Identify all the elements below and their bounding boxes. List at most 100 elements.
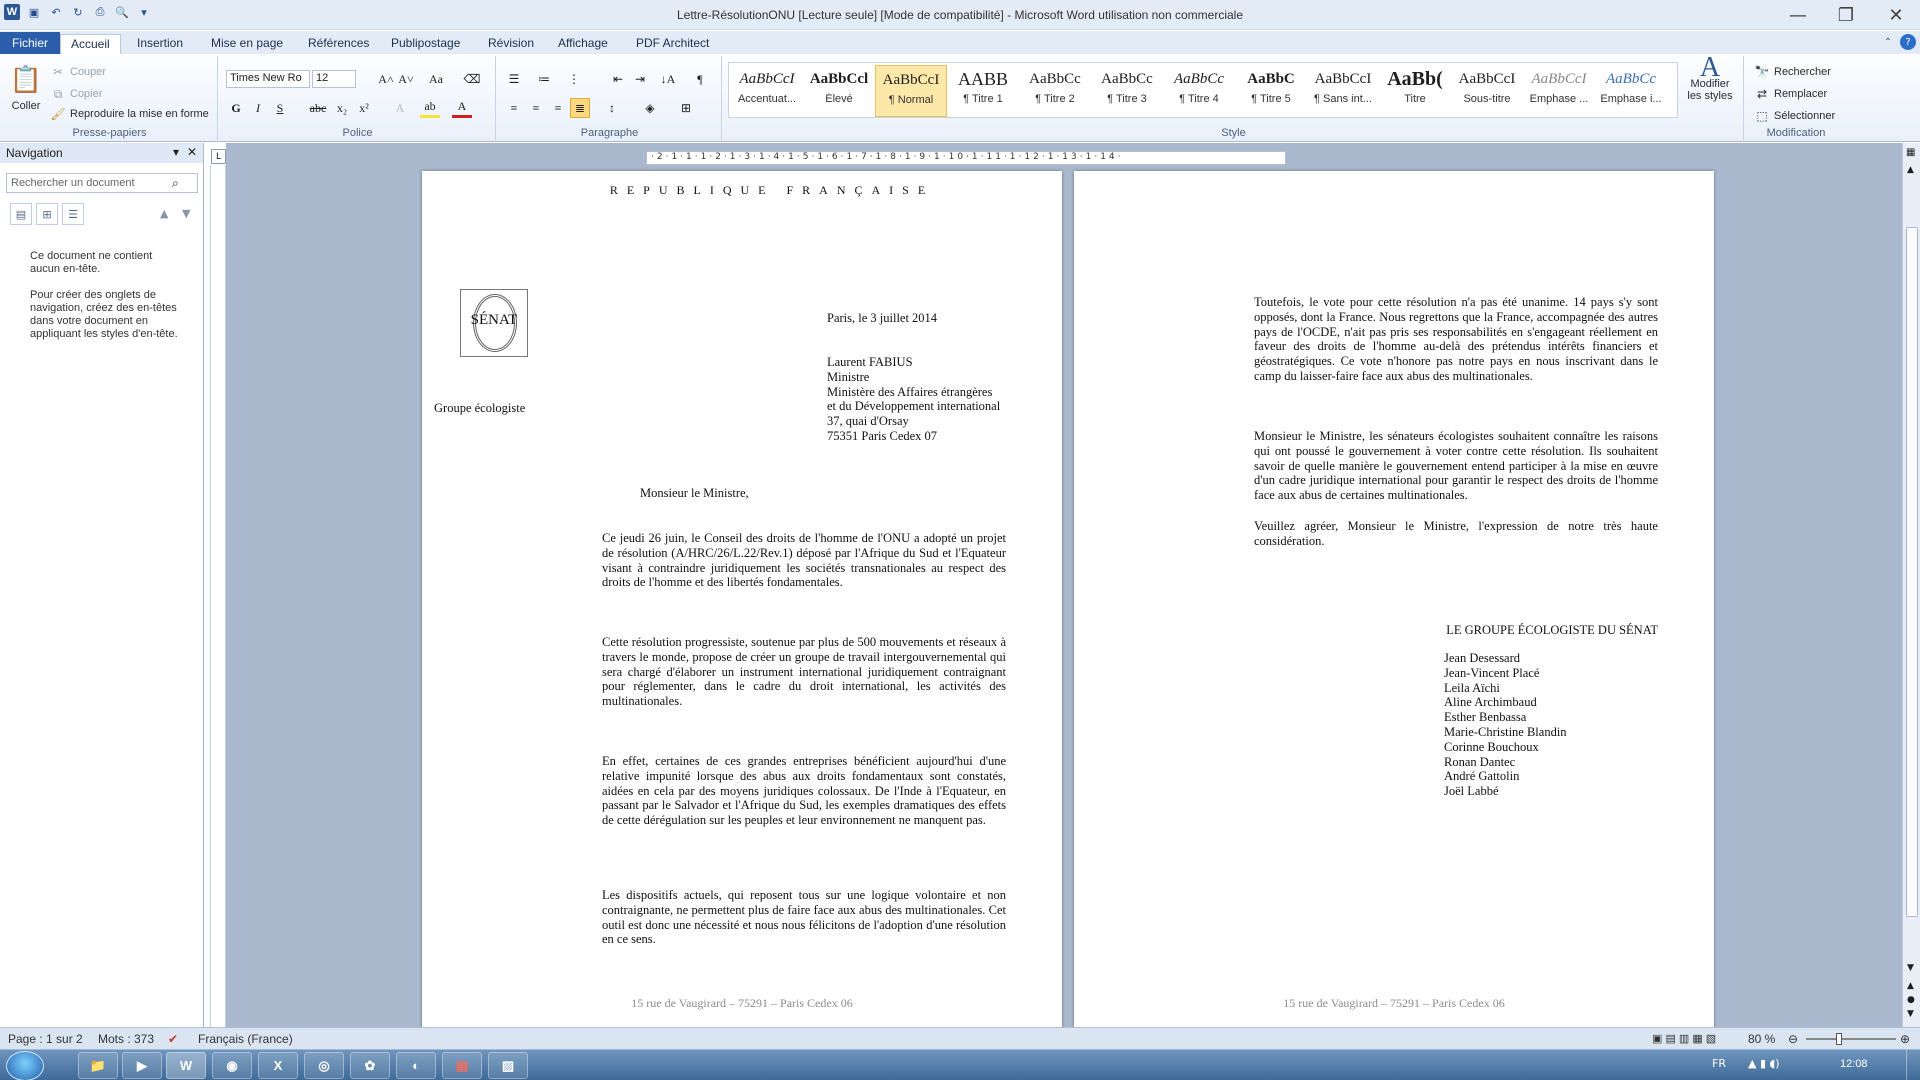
style-titre-3[interactable]: AaBbCc ¶ Titre 3 [1091, 65, 1163, 117]
tab-publipostage[interactable]: Publipostage [381, 34, 470, 54]
font-name-combo[interactable]: Times New Ro [226, 70, 310, 88]
next-heading-icon[interactable]: ▼ [182, 207, 190, 220]
view-buttons[interactable]: ▣ ▤ ▥ ▦ ▧ [1652, 1032, 1716, 1045]
style-titre-1[interactable]: AABB ¶ Titre 1 [947, 65, 1019, 117]
strikethrough-icon[interactable]: abc [308, 98, 328, 118]
underline-icon[interactable]: S [270, 98, 290, 118]
close-icon[interactable]: ✕ [1876, 2, 1916, 28]
style-titre-2[interactable]: AaBbCc ¶ Titre 2 [1019, 65, 1091, 117]
language-indicator[interactable]: Français (France) [198, 1032, 293, 1046]
grow-font-icon[interactable]: A˄ [376, 69, 396, 89]
align-center-icon[interactable]: ≡ [526, 98, 546, 118]
restore-icon[interactable]: ❐ [1826, 2, 1866, 28]
next-page-icon[interactable]: ▼ [1907, 1009, 1914, 1019]
clock[interactable]: 12:08 [1840, 1058, 1868, 1070]
keyboard-language[interactable]: FR [1712, 1057, 1726, 1070]
help-icon[interactable]: ? [1900, 34, 1916, 50]
modify-styles-button[interactable]: A Modifier les styles [1682, 54, 1738, 103]
tab-affichage[interactable]: Affichage [548, 34, 618, 54]
page-counter[interactable]: Page : 1 sur 2 [8, 1032, 83, 1046]
style-sans-interligne[interactable]: AaBbCcI ¶ Sans int... [1307, 65, 1379, 117]
text-effects-icon[interactable]: A [390, 98, 410, 118]
chrome-taskbar-icon[interactable]: ◎ [304, 1052, 344, 1079]
copy-button[interactable]: ⧉ Copier [50, 86, 103, 102]
line-spacing-icon[interactable]: ↕ [602, 98, 622, 118]
zoom-slider-thumb[interactable] [1836, 1033, 1842, 1045]
browse-results-icon[interactable]: ☰ [62, 203, 84, 225]
zoom-in-icon[interactable]: ⊕ [1900, 1032, 1910, 1046]
previous-page-icon[interactable]: ▲ [1907, 981, 1914, 991]
shading-icon[interactable]: ◈ [640, 98, 660, 118]
vertical-scrollbar[interactable]: ▦ ▲ ▼ ▲ ● ▼ [1902, 143, 1920, 1027]
media-player-taskbar-icon[interactable]: ▶ [122, 1052, 162, 1079]
style-titre-5[interactable]: AaBbC ¶ Titre 5 [1235, 65, 1307, 117]
pdf-taskbar-icon[interactable]: ▤ [442, 1052, 482, 1079]
show-formatting-icon[interactable]: ¶ [690, 69, 710, 89]
document-area[interactable]: ·2·1·1·1·2·1·3·1·4·1·5·1·6·1·7·1·8·1·9·1… [226, 143, 1902, 1027]
excel-taskbar-icon[interactable]: X [258, 1052, 298, 1079]
superscript-icon[interactable]: x² [354, 98, 374, 118]
close-pane-icon[interactable]: ✕ [187, 145, 197, 159]
style-sous-titre[interactable]: AaBbCcI Sous-titre [1451, 65, 1523, 117]
pane-options-icon[interactable]: ▾ [173, 145, 179, 159]
word-taskbar-icon[interactable]: W [166, 1052, 206, 1079]
search-icon[interactable]: ⌕ [172, 176, 179, 191]
zoom-out-icon[interactable]: ⊖ [1788, 1032, 1798, 1046]
justify-icon[interactable]: ≣ [570, 98, 590, 118]
tray-icons[interactable]: ▲ ▮ ◖) [1748, 1057, 1780, 1070]
browse-object-icon[interactable]: ● [1907, 995, 1915, 1005]
numbering-icon[interactable]: ≔ [534, 69, 554, 89]
bullets-icon[interactable]: ☰ [504, 69, 524, 89]
previous-heading-icon[interactable]: ▲ [160, 207, 168, 220]
app-taskbar-icon[interactable]: ✿ [350, 1052, 390, 1079]
zoom-slider[interactable] [1806, 1038, 1896, 1040]
replace-button[interactable]: ⇄ Remplacer [1754, 86, 1827, 102]
show-desktop-button[interactable] [1906, 1050, 1920, 1080]
scroll-down-icon[interactable]: ▼ [1907, 963, 1914, 973]
zoom-level[interactable]: 80 % [1748, 1032, 1775, 1046]
borders-icon[interactable]: ⊞ [676, 98, 696, 118]
paste-button[interactable]: 📋 Coller [8, 62, 44, 113]
clear-format-icon[interactable]: ⌫ [462, 69, 482, 89]
scroll-thumb[interactable] [1906, 227, 1918, 917]
browse-pages-icon[interactable]: ⊞ [36, 203, 58, 225]
highlight-icon[interactable]: ab [420, 98, 440, 118]
bold-icon[interactable]: G [226, 98, 246, 118]
scroll-up-icon[interactable]: ▲ [1907, 165, 1914, 175]
style-titre[interactable]: AaBb(Titre [1379, 65, 1451, 117]
firefox-taskbar-icon[interactable]: ◉ [212, 1052, 252, 1079]
page-2[interactable]: Toutefois, le vote pour cette résolution… [1074, 171, 1714, 1027]
multilevel-list-icon[interactable]: ⋮ [564, 69, 584, 89]
browse-headings-icon[interactable]: ▤ [10, 203, 32, 225]
change-case-icon[interactable]: Aa [426, 69, 446, 89]
decrease-indent-icon[interactable]: ⇤ [608, 69, 628, 89]
find-button[interactable]: 🔭 Rechercher [1754, 64, 1831, 80]
paint-taskbar-icon[interactable]: ▨ [488, 1052, 528, 1079]
font-size-combo[interactable]: 12 [312, 70, 356, 88]
start-button[interactable] [6, 1051, 44, 1080]
minimize-icon[interactable]: — [1778, 2, 1818, 28]
navigation-search-input[interactable]: Rechercher un document [6, 173, 198, 193]
page-1[interactable]: REPUBLIQUE FRANÇAISE SÉNAT Groupe écolog… [422, 171, 1062, 1027]
tab-fichier[interactable]: Fichier [0, 32, 61, 54]
view-ruler-icon[interactable]: ▦ [1906, 147, 1915, 158]
style-eleve[interactable]: AaBbCcl Élevé [803, 65, 875, 117]
increase-indent-icon[interactable]: ⇥ [630, 69, 650, 89]
style-accentuation[interactable]: AaBbCcI Accentuat... [731, 65, 803, 117]
proofing-icon[interactable]: ✔ [168, 1032, 178, 1046]
align-left-icon[interactable]: ≡ [504, 98, 524, 118]
explorer-taskbar-icon[interactable]: 📁 [78, 1052, 118, 1079]
tab-references[interactable]: Références [298, 34, 379, 54]
align-right-icon[interactable]: ≡ [548, 98, 568, 118]
ribbon-collapse-icon[interactable]: ⌃ [1880, 34, 1896, 50]
style-emphase-pale[interactable]: AaBbCcI Emphase ... [1523, 65, 1595, 117]
tab-pdf-architect[interactable]: PDF Architect [626, 34, 719, 54]
subscript-icon[interactable]: x₂ [332, 98, 352, 118]
select-button[interactable]: ⬚ Sélectionner [1754, 108, 1835, 124]
word-count[interactable]: Mots : 373 [98, 1032, 154, 1046]
style-titre-4[interactable]: AaBbCc ¶ Titre 4 [1163, 65, 1235, 117]
shrink-font-icon[interactable]: A˅ [396, 69, 416, 89]
horizontal-ruler[interactable]: ·2·1·1·1·2·1·3·1·4·1·5·1·6·1·7·1·8·1·9·1… [646, 151, 1286, 165]
tab-accueil[interactable]: Accueil [60, 34, 121, 54]
font-color-icon[interactable]: A [452, 98, 472, 118]
